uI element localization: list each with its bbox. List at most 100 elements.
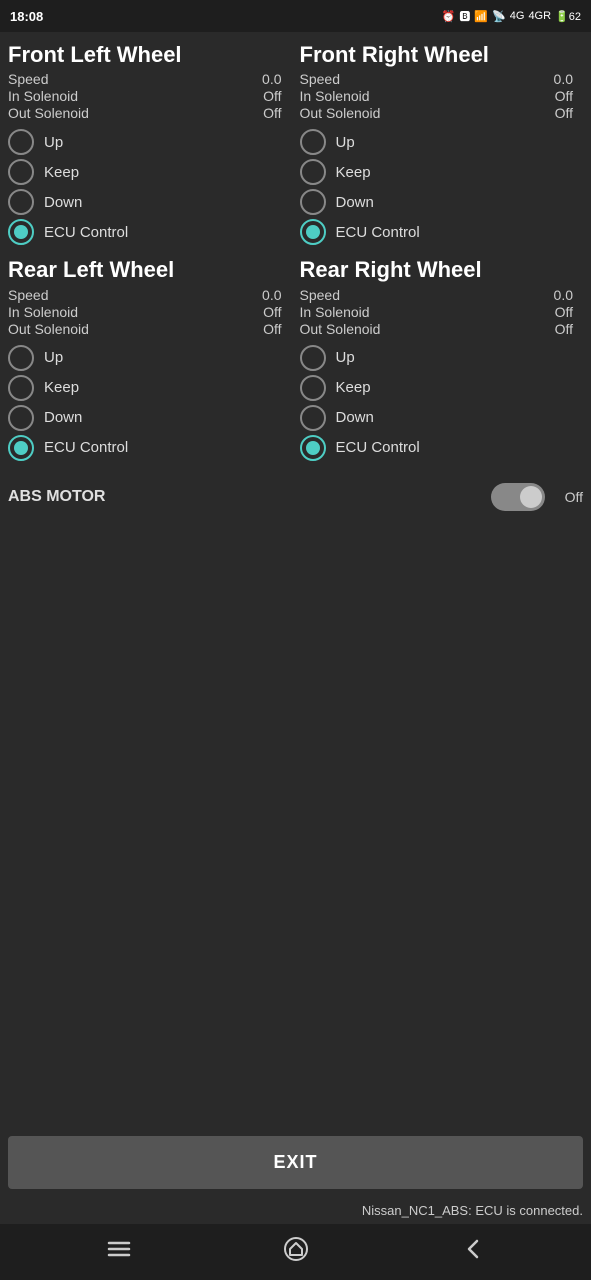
rear-left-speed-row: Speed 0.0 — [8, 287, 290, 303]
abs-motor-label: ABS MOTOR — [8, 488, 483, 506]
back-arrow-icon — [459, 1235, 487, 1263]
front-left-radio-ecu-circle — [8, 219, 34, 245]
rear-right-radio-keep-circle — [300, 375, 326, 401]
status-time: 18:08 — [10, 9, 43, 24]
rear-right-radio-down-label: Down — [336, 409, 374, 426]
hamburger-icon — [105, 1235, 133, 1263]
rear-right-outsolenoid-row: Out Solenoid Off — [300, 321, 582, 337]
rear-left-radio-down[interactable]: Down — [8, 405, 290, 431]
abs-motor-toggle[interactable] — [491, 483, 545, 511]
signal-icon: 📶 — [474, 10, 488, 23]
rear-left-insolenoid-row: In Solenoid Off — [8, 304, 290, 320]
rear-right-radio-ecu-label: ECU Control — [336, 439, 420, 456]
alarm-icon: ⏰ — [442, 10, 456, 23]
home-icon — [282, 1235, 310, 1263]
front-right-radio-ecu-label: ECU Control — [336, 224, 420, 241]
front-right-insolenoid-label: In Solenoid — [300, 88, 370, 104]
rear-left-radio-up[interactable]: Up — [8, 345, 290, 371]
rear-right-insolenoid-row: In Solenoid Off — [300, 304, 582, 320]
abs-motor-row: ABS MOTOR Off — [4, 469, 587, 521]
front-right-radio-ecu-circle — [300, 219, 326, 245]
rear-left-speed-label: Speed — [8, 287, 48, 303]
front-left-outsolenoid-value: Off — [263, 105, 281, 121]
nav-back-button[interactable] — [459, 1235, 487, 1269]
bottom-nav — [0, 1224, 591, 1280]
front-right-radio-up[interactable]: Up — [300, 129, 582, 155]
front-right-radio-ecu[interactable]: ECU Control — [300, 219, 582, 245]
rear-right-wheel-section: Rear Right Wheel Speed 0.0 In Solenoid O… — [296, 253, 588, 468]
front-left-insolenoid-label: In Solenoid — [8, 88, 78, 104]
abs-motor-state: Off — [553, 489, 583, 505]
front-right-speed-label: Speed — [300, 71, 340, 87]
rear-right-radio-keep-label: Keep — [336, 379, 371, 396]
rear-left-radio-down-label: Down — [44, 409, 82, 426]
front-left-radio-up[interactable]: Up — [8, 129, 290, 155]
rear-left-radio-keep-circle — [8, 375, 34, 401]
rear-right-radio-ecu-circle — [300, 435, 326, 461]
front-left-outsolenoid-label: Out Solenoid — [8, 105, 89, 121]
front-right-outsolenoid-row: Out Solenoid Off — [300, 105, 582, 121]
rear-right-speed-label: Speed — [300, 287, 340, 303]
front-right-radio-group: Up Keep Down ECU Control — [300, 129, 582, 245]
front-right-radio-down[interactable]: Down — [300, 189, 582, 215]
rear-right-radio-keep[interactable]: Keep — [300, 375, 582, 401]
exit-button-container: EXIT — [0, 1128, 591, 1197]
rear-right-radio-down-circle — [300, 405, 326, 431]
front-right-radio-up-label: Up — [336, 134, 355, 151]
front-right-radio-up-circle — [300, 129, 326, 155]
front-left-radio-down-circle — [8, 189, 34, 215]
rear-left-outsolenoid-row: Out Solenoid Off — [8, 321, 290, 337]
bluetooth-icon: 🅱 — [459, 8, 470, 24]
front-right-wheel-section: Front Right Wheel Speed 0.0 In Solenoid … — [296, 38, 588, 253]
network-4gr: 4GR — [528, 10, 551, 22]
rear-left-radio-down-circle — [8, 405, 34, 431]
rear-right-radio-ecu[interactable]: ECU Control — [300, 435, 582, 461]
rear-right-radio-group: Up Keep Down ECU Control — [300, 345, 582, 461]
rear-right-speed-row: Speed 0.0 — [300, 287, 582, 303]
nav-home-button[interactable] — [282, 1235, 310, 1269]
front-left-radio-keep[interactable]: Keep — [8, 159, 290, 185]
wifi-icon: 📡 — [492, 10, 506, 23]
front-left-wheel-section: Front Left Wheel Speed 0.0 In Solenoid O… — [4, 38, 296, 253]
rear-left-radio-keep[interactable]: Keep — [8, 375, 290, 401]
rear-right-radio-down[interactable]: Down — [300, 405, 582, 431]
front-right-outsolenoid-label: Out Solenoid — [300, 105, 381, 121]
ecu-status-message: Nissan_NC1_ABS: ECU is connected. — [0, 1197, 591, 1224]
rear-left-radio-ecu-label: ECU Control — [44, 439, 128, 456]
rear-left-wheel-section: Rear Left Wheel Speed 0.0 In Solenoid Of… — [4, 253, 296, 468]
rear-left-radio-up-label: Up — [44, 349, 63, 366]
rear-right-radio-up[interactable]: Up — [300, 345, 582, 371]
wheels-grid: Front Left Wheel Speed 0.0 In Solenoid O… — [4, 38, 587, 469]
front-right-radio-keep-circle — [300, 159, 326, 185]
rear-right-radio-up-label: Up — [336, 349, 355, 366]
front-right-speed-value: 0.0 — [554, 71, 573, 87]
nav-menu-button[interactable] — [105, 1235, 133, 1269]
front-left-insolenoid-value: Off — [263, 88, 281, 104]
rear-left-radio-ecu-inner — [14, 441, 28, 455]
rear-left-outsolenoid-value: Off — [263, 321, 281, 337]
rear-right-outsolenoid-value: Off — [555, 321, 573, 337]
front-right-radio-keep[interactable]: Keep — [300, 159, 582, 185]
rear-left-radio-ecu-circle — [8, 435, 34, 461]
exit-button[interactable]: EXIT — [8, 1136, 583, 1189]
status-icons: ⏰ 🅱 📶 📡 4G 4GR 🔋62 — [442, 8, 581, 24]
rear-left-radio-up-circle — [8, 345, 34, 371]
front-left-radio-ecu-label: ECU Control — [44, 224, 128, 241]
rear-left-insolenoid-value: Off — [263, 304, 281, 320]
front-left-radio-down[interactable]: Down — [8, 189, 290, 215]
rear-left-radio-keep-label: Keep — [44, 379, 79, 396]
rear-right-radio-ecu-inner — [306, 441, 320, 455]
rear-left-wheel-title: Rear Left Wheel — [8, 257, 290, 282]
front-left-radio-keep-circle — [8, 159, 34, 185]
abs-motor-toggle-knob — [520, 486, 542, 508]
rear-left-speed-value: 0.0 — [262, 287, 281, 303]
front-left-radio-up-label: Up — [44, 134, 63, 151]
front-left-radio-keep-label: Keep — [44, 164, 79, 181]
rear-left-radio-ecu[interactable]: ECU Control — [8, 435, 290, 461]
front-left-radio-ecu[interactable]: ECU Control — [8, 219, 290, 245]
front-right-radio-ecu-inner — [306, 225, 320, 239]
rear-right-outsolenoid-label: Out Solenoid — [300, 321, 381, 337]
rear-left-outsolenoid-label: Out Solenoid — [8, 321, 89, 337]
rear-left-radio-group: Up Keep Down ECU Control — [8, 345, 290, 461]
battery-icon: 🔋62 — [555, 10, 581, 23]
